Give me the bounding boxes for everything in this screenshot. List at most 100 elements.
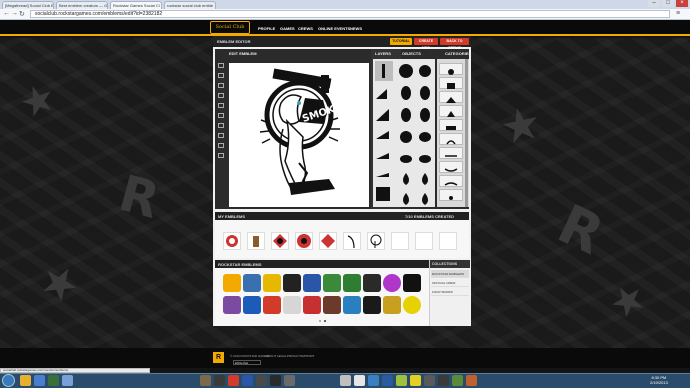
category-button[interactable] xyxy=(439,105,463,117)
object-shape[interactable] xyxy=(403,193,409,205)
rockstar-emblem[interactable] xyxy=(343,274,361,292)
object-shape[interactable] xyxy=(401,86,411,100)
color-icon[interactable] xyxy=(218,123,224,128)
delete-icon[interactable] xyxy=(218,143,224,148)
collection-item[interactable]: FOUR WORDS xyxy=(431,288,469,296)
taskbar-icon[interactable] xyxy=(270,375,281,386)
taskbar-icon[interactable] xyxy=(48,375,59,386)
system-clock[interactable]: 8:30 PM 2/19/2013 xyxy=(650,375,668,385)
taskbar-icon[interactable] xyxy=(340,375,351,386)
back-arrow-icon[interactable]: ← xyxy=(3,10,10,17)
object-shape[interactable] xyxy=(403,173,409,185)
taskbar-icon[interactable] xyxy=(242,375,253,386)
taskbar-icon[interactable] xyxy=(62,375,73,386)
rockstar-emblem[interactable] xyxy=(363,296,381,314)
taskbar-icon[interactable] xyxy=(424,375,435,386)
object-shape[interactable] xyxy=(376,153,389,159)
taskbar-icon[interactable] xyxy=(354,375,365,386)
browser-tab-active[interactable]: Rockstar Games Social Cl xyxy=(110,1,162,9)
minimize-icon[interactable]: – xyxy=(648,0,660,7)
rockstar-emblem[interactable] xyxy=(303,274,321,292)
create-new-button[interactable]: CREATE NEW xyxy=(414,38,438,50)
taskbar-icon[interactable] xyxy=(368,375,379,386)
taskbar-icon[interactable] xyxy=(284,375,295,386)
taskbar-icon[interactable] xyxy=(382,375,393,386)
category-button[interactable] xyxy=(439,63,463,75)
object-shape[interactable] xyxy=(422,173,428,185)
language-select[interactable]: ENGLISH xyxy=(233,360,261,365)
nav-online-events[interactable]: ONLINE EVENTS xyxy=(318,26,350,31)
my-emblem-slot[interactable] xyxy=(319,232,337,250)
footer-link-legal[interactable]: LEGAL xyxy=(277,354,287,358)
browser-tab[interactable]: Best emblem creators — GT xyxy=(56,1,108,9)
zoom-icon[interactable] xyxy=(218,153,224,158)
rockstar-emblem[interactable] xyxy=(243,274,261,292)
my-emblem-slot[interactable] xyxy=(271,232,289,250)
collection-item[interactable]: ROCKSTAR EMBLEMS xyxy=(431,270,469,278)
category-button[interactable] xyxy=(439,147,463,159)
rockstar-emblem[interactable] xyxy=(343,296,361,314)
rockstar-emblem[interactable] xyxy=(403,274,421,292)
rotate-icon[interactable] xyxy=(218,93,224,98)
taskbar-icon[interactable] xyxy=(200,375,211,386)
back-to-crews-button[interactable]: BACK TO CREWS xyxy=(440,38,469,50)
category-button[interactable] xyxy=(439,133,463,145)
nav-crews[interactable]: CREWS xyxy=(298,26,313,31)
taskbar-icon[interactable] xyxy=(256,375,267,386)
rockstar-emblem[interactable] xyxy=(283,296,301,314)
rockstar-emblem[interactable] xyxy=(263,296,281,314)
rockstar-emblem[interactable] xyxy=(323,296,341,314)
rockstar-emblem[interactable] xyxy=(263,274,281,292)
taskbar-icon[interactable] xyxy=(396,375,407,386)
flip-icon[interactable] xyxy=(218,113,224,118)
pagination-dot-active[interactable] xyxy=(324,320,326,322)
nav-profile[interactable]: PROFILE xyxy=(258,26,275,31)
rockstar-emblem[interactable] xyxy=(243,296,261,314)
scale-icon[interactable] xyxy=(218,103,224,108)
rockstar-logo[interactable]: R xyxy=(213,352,224,363)
object-shape[interactable] xyxy=(382,64,385,78)
menu-icon[interactable]: ≡ xyxy=(676,10,680,17)
my-emblem-empty-slot[interactable] xyxy=(415,232,433,250)
my-emblem-empty-slot[interactable] xyxy=(439,232,457,250)
taskbar-icon[interactable] xyxy=(20,375,31,386)
opacity-icon[interactable] xyxy=(218,133,224,138)
rockstar-emblem[interactable] xyxy=(363,274,381,292)
pagination-dot[interactable] xyxy=(319,320,321,322)
rockstar-emblem[interactable] xyxy=(283,274,301,292)
object-shape[interactable] xyxy=(376,109,389,121)
footer-link-about[interactable]: ABOUT xyxy=(266,354,276,358)
taskbar-icon[interactable] xyxy=(228,375,239,386)
footer-link-support[interactable]: SUPPORT xyxy=(300,354,314,358)
my-emblem-slot[interactable] xyxy=(223,232,241,250)
object-shape[interactable] xyxy=(419,65,431,77)
object-shape[interactable] xyxy=(400,131,412,143)
browser-tab[interactable]: rockstar social club emble xyxy=(164,1,216,9)
object-shape[interactable] xyxy=(420,86,430,100)
taskbar-icon[interactable] xyxy=(466,375,477,386)
close-icon[interactable]: × xyxy=(676,0,688,7)
reload-icon[interactable]: ↻ xyxy=(19,10,25,18)
object-shape[interactable] xyxy=(401,108,411,122)
object-shape[interactable] xyxy=(376,131,389,139)
taskbar-icon[interactable] xyxy=(438,375,449,386)
category-button[interactable] xyxy=(439,161,463,173)
maximize-icon[interactable]: □ xyxy=(662,0,674,7)
object-shape[interactable] xyxy=(399,64,413,78)
categories-scrollbar[interactable] xyxy=(465,59,468,207)
my-emblem-slot[interactable] xyxy=(367,232,385,250)
object-shape[interactable] xyxy=(376,89,387,99)
nav-games[interactable]: GAMES xyxy=(280,26,295,31)
rockstar-emblem[interactable] xyxy=(223,296,241,314)
category-button[interactable] xyxy=(439,189,463,201)
start-button[interactable] xyxy=(2,374,15,387)
taskbar-icon[interactable] xyxy=(214,375,225,386)
redo-icon[interactable] xyxy=(218,73,224,78)
my-emblem-slot[interactable] xyxy=(343,232,361,250)
rockstar-emblem[interactable] xyxy=(223,274,241,292)
collection-item[interactable]: OFFICIAL CREW xyxy=(431,279,469,287)
rockstar-emblem[interactable] xyxy=(383,296,401,314)
rockstar-emblem[interactable] xyxy=(323,274,341,292)
my-emblem-empty-slot[interactable] xyxy=(391,232,409,250)
object-shape[interactable] xyxy=(419,155,431,163)
